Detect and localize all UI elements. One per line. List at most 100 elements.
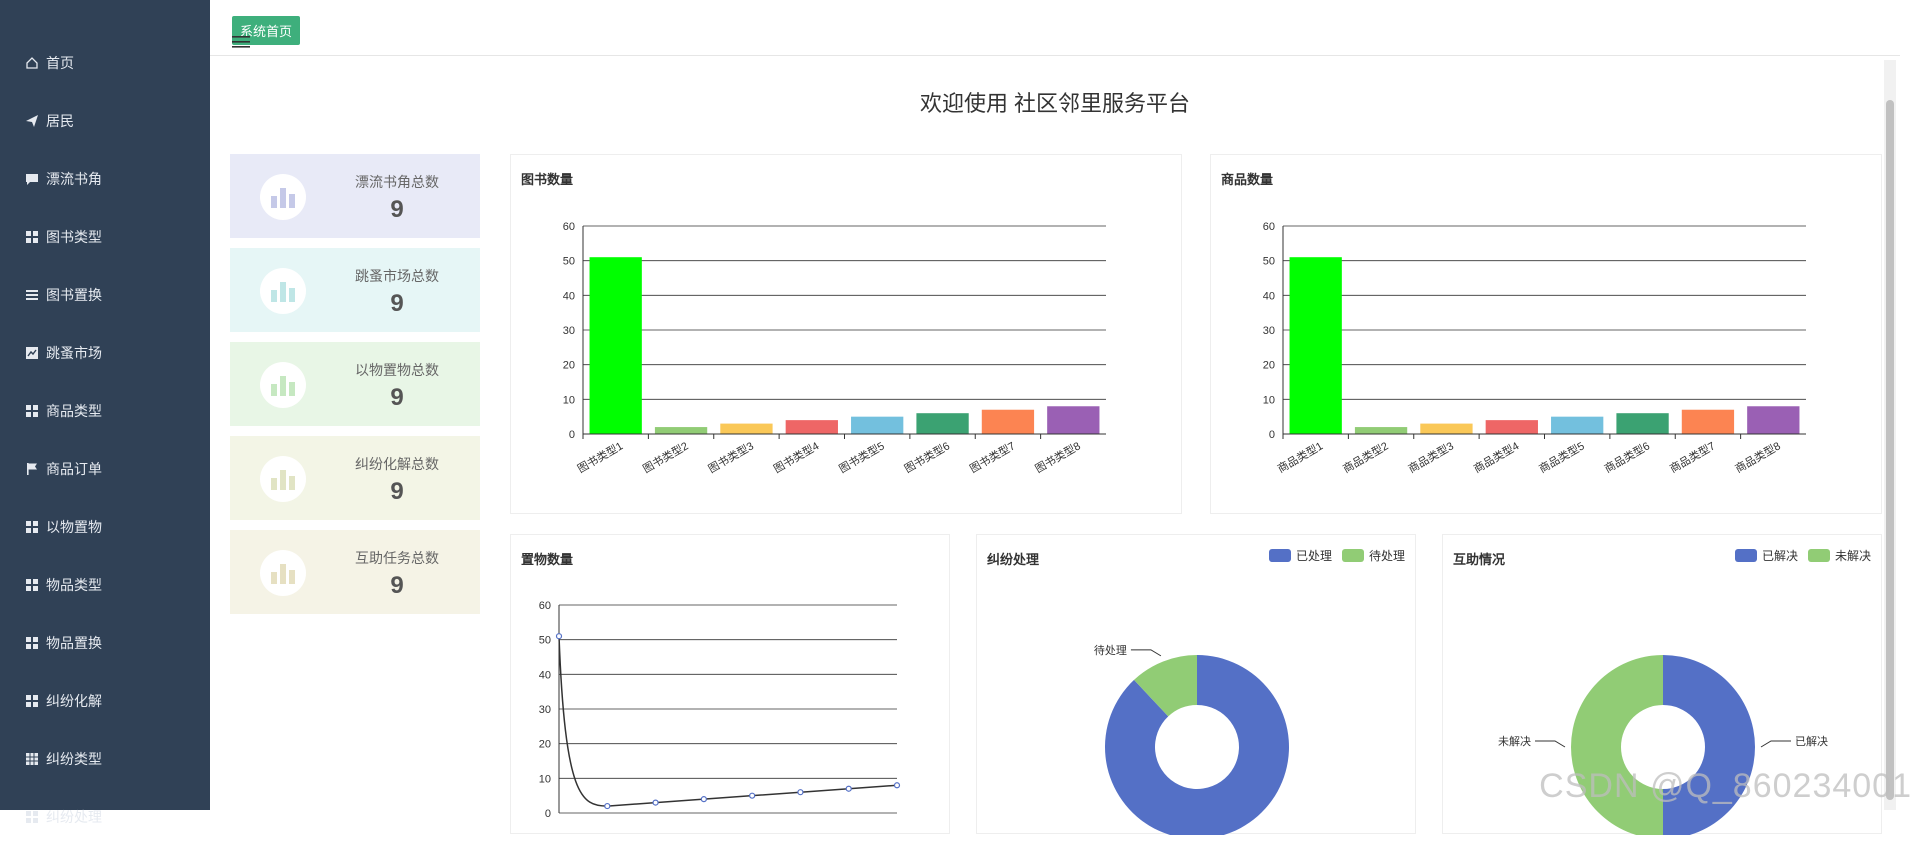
- sidebar-item-label: 居民: [46, 111, 74, 131]
- bar: [1747, 406, 1799, 434]
- bar: [851, 417, 903, 434]
- chart-panel-goods: 商品数量 0102030405060商品类型1商品类型2商品类型3商品类型4商品…: [1210, 154, 1882, 514]
- sidebar-item-label: 漂流书角: [46, 169, 102, 189]
- y-tick-label: 50: [563, 256, 575, 268]
- bar: [1551, 417, 1603, 434]
- chart-panel-disputes: 纠纷处理 已处理 待处理 待处理: [976, 534, 1416, 834]
- bar: [1047, 406, 1099, 434]
- x-tick-label: 商品类型2: [1340, 438, 1390, 475]
- bar: [1420, 424, 1472, 434]
- x-tick-label: 图书类型7: [967, 438, 1017, 475]
- welcome-title: 欢迎使用 社区邻里服务平台: [210, 86, 1900, 118]
- legend-item[interactable]: 已处理: [1269, 547, 1332, 564]
- bar: [982, 410, 1034, 434]
- slice-label: 未解决: [1498, 734, 1531, 748]
- stat-value: 9: [342, 290, 452, 318]
- sidebar-item-label: 商品订单: [46, 459, 102, 479]
- sidebar-item[interactable]: 物品置换: [0, 614, 210, 672]
- stat-value: 9: [342, 478, 452, 506]
- pie-slice: [1663, 655, 1755, 835]
- grid-icon: [24, 635, 40, 651]
- chart-panel-books: 图书数量 0102030405060图书类型1图书类型2图书类型3图书类型4图书…: [510, 154, 1182, 514]
- sidebar-item-label: 物品置换: [46, 633, 102, 653]
- sidebar-item[interactable]: 纠纷类型: [0, 730, 210, 788]
- chart-legend[interactable]: 已解决未解决: [1735, 547, 1871, 564]
- chart-title: 互助情况: [1453, 549, 1505, 568]
- y-tick-label: 40: [563, 290, 575, 302]
- list-icon: [24, 287, 40, 303]
- chart-title: 纠纷处理: [987, 549, 1039, 568]
- y-tick-label: 30: [1263, 325, 1275, 337]
- bar: [720, 424, 772, 434]
- chat-icon: [24, 171, 40, 187]
- sidebar-item[interactable]: 商品订单: [0, 440, 210, 498]
- swaps-line-chart: 0102030405060: [511, 535, 951, 835]
- books-bar-chart: 0102030405060图书类型1图书类型2图书类型3图书类型4图书类型5图书…: [511, 155, 1183, 515]
- y-tick-label: 40: [1263, 290, 1275, 302]
- x-tick-label: 图书类型1: [575, 438, 625, 475]
- legend-swatch: [1269, 549, 1291, 562]
- legend-item[interactable]: 已解决: [1735, 547, 1798, 564]
- bar: [786, 420, 838, 434]
- grid-icon: [24, 229, 40, 245]
- stat-label: 纠纷化解总数: [342, 454, 452, 474]
- legend-label: 已解决: [1762, 547, 1798, 564]
- stat-value: 9: [342, 196, 452, 224]
- stat-card: 漂流书角总数9: [230, 154, 480, 238]
- send-icon: [24, 113, 40, 129]
- home-icon: [24, 55, 40, 71]
- legend-label: 待处理: [1369, 547, 1405, 564]
- y-tick-label: 0: [1269, 429, 1275, 441]
- sidebar-item[interactable]: 图书类型: [0, 208, 210, 266]
- bar: [590, 257, 642, 434]
- sidebar-item[interactable]: 图书置换: [0, 266, 210, 324]
- goods-bar-chart: 0102030405060商品类型1商品类型2商品类型3商品类型4商品类型5商品…: [1211, 155, 1883, 515]
- data-point: [557, 634, 562, 639]
- legend-label: 已处理: [1296, 547, 1332, 564]
- label-line: [1535, 741, 1565, 747]
- chart-title: 商品数量: [1221, 169, 1273, 188]
- sidebar-item[interactable]: 商品类型: [0, 382, 210, 440]
- sidebar-item[interactable]: 纠纷化解: [0, 672, 210, 730]
- sidebar-item[interactable]: 纠纷处理: [0, 788, 210, 846]
- menu-toggle-icon[interactable]: [232, 35, 250, 49]
- watermark: CSDN @Q_860234001: [1539, 767, 1912, 806]
- legend-item[interactable]: 待处理: [1342, 547, 1405, 564]
- scrollbar-thumb[interactable]: [1886, 100, 1894, 800]
- chart-legend[interactable]: 已处理 待处理: [1269, 547, 1405, 564]
- x-tick-label: 商品类型4: [1471, 438, 1521, 475]
- bar: [1290, 257, 1342, 434]
- x-tick-label: 商品类型6: [1602, 438, 1652, 475]
- sidebar-item[interactable]: 跳蚤市场: [0, 324, 210, 382]
- stat-value: 9: [342, 572, 452, 600]
- sidebar-item-label: 物品类型: [46, 575, 102, 595]
- data-point: [605, 804, 610, 809]
- y-tick-label: 0: [569, 429, 575, 441]
- scrollbar[interactable]: [1884, 60, 1896, 810]
- stat-card: 纠纷化解总数 9: [230, 436, 480, 520]
- sidebar-item-label: 首页: [46, 53, 74, 73]
- sidebar-item[interactable]: 首页: [0, 34, 210, 92]
- label-line: [1761, 741, 1791, 747]
- legend-swatch: [1342, 549, 1364, 562]
- y-tick-label: 10: [539, 773, 551, 785]
- grid-icon: [24, 577, 40, 593]
- x-tick-label: 商品类型3: [1406, 438, 1456, 475]
- bar-chart-icon: [260, 174, 306, 220]
- y-tick-label: 20: [563, 360, 575, 372]
- main-content: 系统首页 欢迎使用 社区邻里服务平台 漂流书角总数9跳蚤市场总数9以物置物总数9…: [210, 0, 1900, 810]
- x-tick-label: 商品类型8: [1732, 438, 1782, 475]
- bar-chart-icon: [260, 456, 306, 502]
- y-tick-label: 30: [539, 704, 551, 716]
- label-line: [1131, 650, 1161, 656]
- y-tick-label: 20: [539, 739, 551, 751]
- sidebar-item-label: 图书类型: [46, 227, 102, 247]
- sidebar-item[interactable]: 居民: [0, 92, 210, 150]
- stat-label: 以物置物总数: [342, 360, 452, 380]
- sidebar-item[interactable]: 物品类型: [0, 556, 210, 614]
- sidebar-item[interactable]: 漂流书角: [0, 150, 210, 208]
- legend-item[interactable]: 未解决: [1808, 547, 1871, 564]
- sidebar-item[interactable]: 以物置物: [0, 498, 210, 556]
- bar: [1486, 420, 1538, 434]
- bar: [916, 413, 968, 434]
